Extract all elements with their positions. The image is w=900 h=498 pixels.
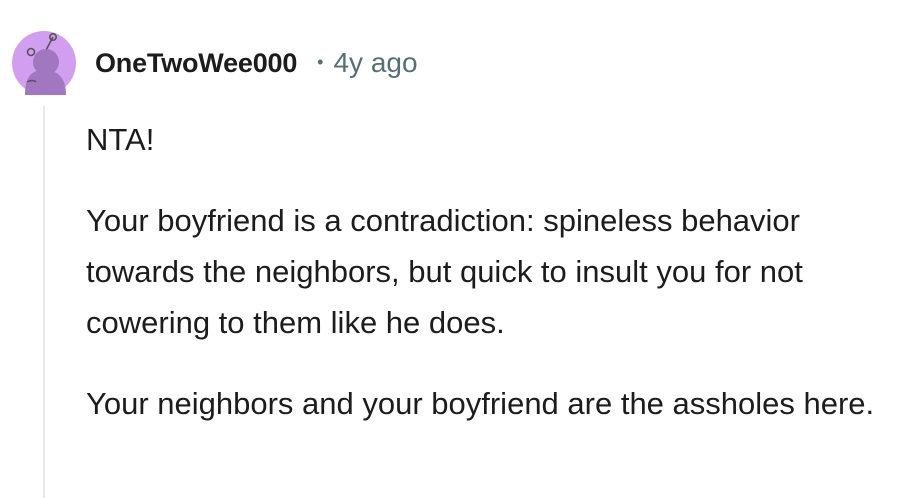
- snoo-avatar-icon[interactable]: [12, 20, 76, 106]
- comment-thread-line[interactable]: [43, 106, 45, 498]
- comment-paragraph: Your neighbors and your boyfriend are th…: [86, 386, 875, 421]
- comment-author[interactable]: OneTwoWee000: [95, 48, 297, 79]
- comment-body: NTA! Your boyfriend is a contradiction: …: [86, 114, 898, 459]
- comment-paragraph: NTA!: [86, 122, 155, 157]
- comment-paragraph: Your boyfriend is a contradiction: spine…: [86, 203, 803, 340]
- comment-header: OneTwoWee000 • 4y ago: [12, 20, 418, 106]
- meta-separator: •: [317, 51, 324, 72]
- comment-timestamp[interactable]: 4y ago: [333, 47, 417, 79]
